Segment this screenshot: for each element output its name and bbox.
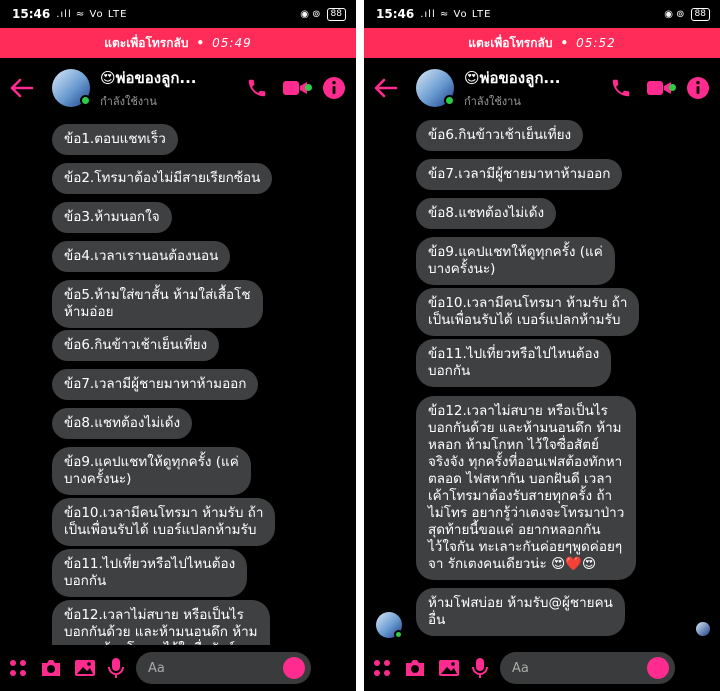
- call-banner-separator: •: [196, 36, 205, 50]
- composer-bar: Aa 😍: [364, 645, 720, 691]
- message-bubble[interactable]: ข้อ2.โทรมาต้องไม่มีสายเรียกซ้อน: [52, 163, 273, 194]
- message-bubble[interactable]: ข้อ11.ไปเที่ยวหรือไปไหนต้อง บอกกัน: [416, 339, 612, 387]
- contact-name[interactable]: 😍พ่อของลูก...: [100, 66, 246, 90]
- battery-indicator: 88: [690, 7, 710, 21]
- message-bubble[interactable]: ข้อ1.ตอบแชทเร็ว: [52, 124, 178, 155]
- signal-icons: .ıll ≈ Vo LTE: [420, 8, 492, 20]
- message-bubble[interactable]: ข้อ8.แชทต้องไม่เด้ง: [416, 198, 557, 229]
- return-call-banner[interactable]: แตะเพื่อโทรกลับ • 05:52: [364, 28, 720, 58]
- video-call-icon[interactable]: [282, 78, 312, 98]
- composer-bar: Aa 😍: [0, 645, 356, 691]
- online-dot: [444, 95, 455, 106]
- camera-icon[interactable]: [404, 658, 426, 678]
- call-banner-separator: •: [560, 36, 569, 50]
- avatar[interactable]: [52, 69, 91, 107]
- video-call-icon[interactable]: [646, 78, 676, 98]
- gallery-icon[interactable]: [438, 658, 460, 678]
- reaction-emoji-button[interactable]: 😍: [687, 656, 712, 680]
- call-banner-timer: 05:52: [576, 36, 616, 50]
- back-arrow-icon[interactable]: [10, 73, 40, 103]
- emoji-icon[interactable]: [646, 657, 669, 679]
- call-banner-timer: 05:49: [212, 36, 252, 50]
- message-bubble[interactable]: ข้อ9.แคปแชทให้ดูทุกครั้ง (แค่ บางครั้งนะ…: [416, 237, 615, 285]
- phone-icon[interactable]: [610, 77, 632, 99]
- message-bubble[interactable]: ข้อ6.กินข้าวเช้าเย็นเที่ยง: [416, 120, 584, 151]
- message-bubble[interactable]: ข้อ10.เวลามีคนโทรมา ห้ามรับ ถ้า เป็นเพื่…: [416, 288, 640, 336]
- message-bubble[interactable]: ข้อ9.แคปแชทให้ดูทุกครั้ง (แค่ บางครั้งนะ…: [52, 447, 251, 495]
- message-bubble[interactable]: ข้อ10.เวลามีคนโทรมา ห้ามรับ ถ้า เป็นเพื่…: [52, 498, 276, 546]
- gallery-icon[interactable]: [74, 658, 96, 678]
- right-screenshot: 15:46 .ıll ≈ Vo LTE ◉ ⊚ 88 แตะเพื่อโทรกล…: [364, 0, 720, 691]
- message-bubble[interactable]: ข้อ12.เวลาไม่สบาย หรือเป็นไร บอกกันด้วย …: [416, 396, 637, 580]
- online-dot: [80, 95, 91, 106]
- message-bubble[interactable]: ข้อ4.เวลาเรานอนต้องนอน: [52, 241, 231, 272]
- info-icon[interactable]: [686, 76, 710, 100]
- status-time: 15:46: [12, 7, 51, 21]
- call-banner-label: แตะเพื่อโทรกลับ: [468, 35, 553, 50]
- contact-name[interactable]: 😍พ่อของลูก...: [464, 66, 610, 90]
- phone-icon[interactable]: [246, 77, 268, 99]
- video-active-dot: [305, 84, 312, 91]
- menu-dots-icon[interactable]: [8, 658, 28, 678]
- signal-icons: .ıll ≈ Vo LTE: [56, 8, 128, 20]
- message-list[interactable]: ข้อ6.กินข้าวเช้าเย็นเที่ยง ข้อ7.เวลามีผู…: [364, 118, 720, 645]
- chat-header: 😍พ่อของลูก... กำลังใช้งาน: [364, 58, 720, 118]
- battery-indicator: 88: [326, 7, 346, 21]
- menu-dots-icon[interactable]: [372, 658, 392, 678]
- message-bubble[interactable]: ห้ามโฟสบ่อย ห้ามรับ@ผู้ชายคน อื่น: [416, 588, 625, 636]
- message-list[interactable]: ข้อ1.ตอบแชทเร็ว ข้อ2.โทรมาต้องไม่มีสายเร…: [0, 118, 356, 645]
- status-bar: 15:46 .ıll ≈ Vo LTE ◉ ⊚ 88: [0, 0, 356, 28]
- message-bubble[interactable]: ข้อ5.ห้ามใส่ขาสั้น ห้ามใส่เสื้อโช ห้ามอ่…: [52, 280, 263, 328]
- message-bubble[interactable]: ข้อ12.เวลาไม่สบาย หรือเป็นไร บอกกันด้วย …: [52, 600, 270, 645]
- input-placeholder: Aa: [148, 660, 165, 676]
- message-bubble[interactable]: ข้อ11.ไปเที่ยวหรือไปไหนต้อง บอกกัน: [52, 549, 248, 597]
- online-dot: [394, 630, 403, 639]
- microphone-icon[interactable]: [108, 657, 124, 679]
- message-bubble[interactable]: ข้อ3.ห้ามนอกใจ: [52, 202, 172, 233]
- camera-icon[interactable]: [40, 658, 62, 678]
- status-time: 15:46: [376, 7, 415, 21]
- reaction-emoji-button[interactable]: 😍: [323, 656, 348, 680]
- left-screenshot: 15:46 .ıll ≈ Vo LTE ◉ ⊚ 88 แตะเพื่อโทรกล…: [0, 0, 356, 691]
- input-placeholder: Aa: [512, 660, 529, 676]
- back-arrow-icon[interactable]: [374, 73, 404, 103]
- seen-avatar-icon: [696, 622, 710, 636]
- emoji-icon[interactable]: [282, 657, 305, 679]
- video-active-dot: [669, 84, 676, 91]
- contact-status: กำลังใช้งาน: [100, 95, 157, 108]
- status-right-icons: ◉ ⊚: [300, 8, 321, 20]
- return-call-banner[interactable]: แตะเพื่อโทรกลับ • 05:49: [0, 28, 356, 58]
- message-bubble[interactable]: ข้อ8.แชทต้องไม่เด้ง: [52, 408, 193, 439]
- message-input[interactable]: Aa: [136, 652, 311, 684]
- message-bubble[interactable]: ข้อ6.กินข้าวเช้าเย็นเที่ยง: [52, 330, 220, 361]
- chat-header: 😍พ่อของลูก... กำลังใช้งาน: [0, 58, 356, 118]
- info-icon[interactable]: [322, 76, 346, 100]
- message-bubble[interactable]: ข้อ7.เวลามีผู้ชายมาหาห้ามออก: [416, 159, 623, 190]
- microphone-icon[interactable]: [472, 657, 488, 679]
- message-input[interactable]: Aa: [500, 652, 675, 684]
- message-bubble[interactable]: ข้อ7.เวลามีผู้ชายมาหาห้ามออก: [52, 369, 259, 400]
- contact-status: กำลังใช้งาน: [464, 95, 521, 108]
- call-banner-label: แตะเพื่อโทรกลับ: [104, 35, 189, 50]
- avatar[interactable]: [416, 69, 455, 107]
- status-right-icons: ◉ ⊚: [664, 8, 685, 20]
- status-bar: 15:46 .ıll ≈ Vo LTE ◉ ⊚ 88: [364, 0, 720, 28]
- sender-avatar[interactable]: [376, 612, 403, 639]
